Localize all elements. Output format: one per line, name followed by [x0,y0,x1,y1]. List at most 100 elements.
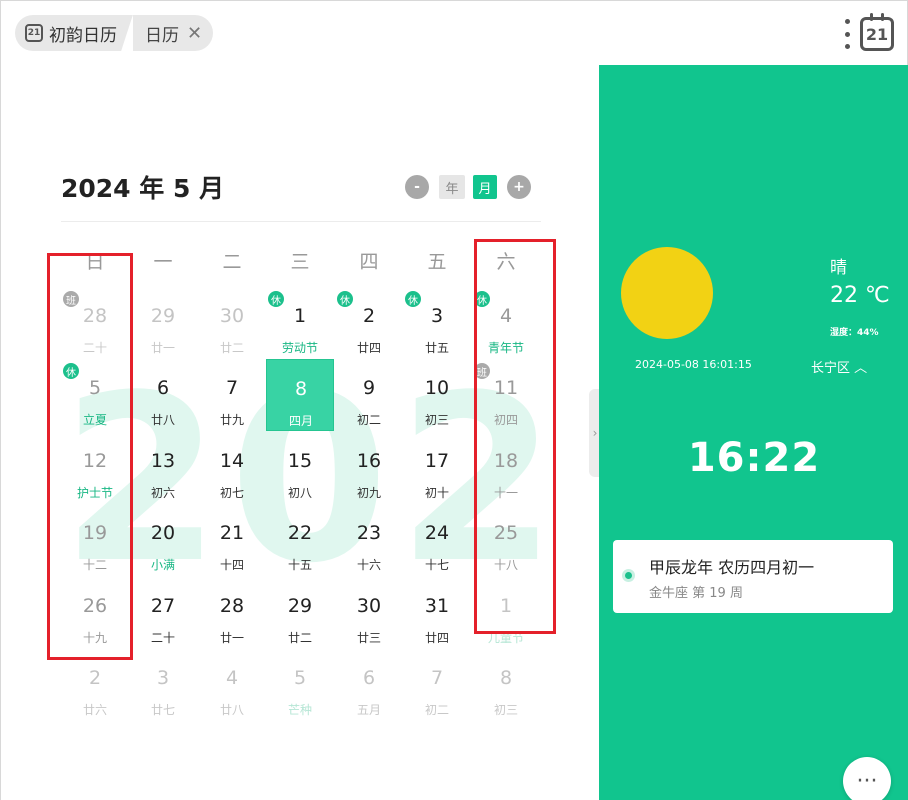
day-cell[interactable]: 10 初三 [403,367,471,439]
day-cell[interactable]: 28 廿一 [198,585,266,657]
lunar-date-label: 廿二 [219,341,244,355]
day-number: 3 [156,667,170,689]
day-number: 10 [424,377,450,399]
day-cell[interactable]: 7 廿九 [198,367,266,439]
day-number: 29 [150,305,176,327]
day-cell[interactable]: 2 廿六 [61,657,129,729]
calendar-app-icon[interactable]: 21 [860,13,894,51]
day-cell[interactable]: 2 廿四 休 [335,291,403,367]
year-view-button[interactable]: 年 [439,175,465,199]
weekday-label: 一 [153,251,173,273]
day-cell[interactable]: 30 廿三 [335,585,403,657]
day-cell[interactable]: 8 初三 [472,657,540,729]
more-vertical-icon[interactable] [841,19,853,49]
day-cell[interactable]: 15 初八 [266,440,334,512]
lunar-date-label: 初三 [493,703,518,717]
day-number: 23 [356,522,382,544]
day-cell[interactable]: 6 五月 [335,657,403,729]
day-cell[interactable]: 9 初二 [335,367,403,439]
header-divider [61,221,541,222]
lunar-date-label: 廿三 [356,631,381,645]
day-number: 21 [219,522,245,544]
day-cell[interactable]: 24 十七 [403,512,471,584]
lunar-date-label: 十七 [424,558,449,572]
clock: 16:22 [687,435,821,481]
day-cell[interactable]: 22 十五 [266,512,334,584]
weekday-label: 五 [427,251,447,273]
day-number: 4 [225,667,239,689]
lunar-date-label: 初六 [150,486,175,500]
day-cell[interactable]: 5 芒种 [266,657,334,729]
day-cell[interactable]: 27 二十 [129,585,197,657]
day-number: 6 [362,667,376,689]
annotation-box-sunday [47,253,133,660]
lunar-date-label: 五月 [356,703,381,717]
title-bar: 21 初韵日历 日历 ✕ 21 [1,1,907,65]
day-cell[interactable]: 20 小满 [129,512,197,584]
day-cell[interactable]: 13 初六 [129,440,197,512]
day-cell[interactable]: 3 廿七 [129,657,197,729]
close-icon[interactable]: ✕ [187,23,202,44]
day-number: 22 [287,522,313,544]
lunar-date-label: 四月 [288,414,313,428]
status-dot-icon [625,572,632,579]
day-cell[interactable]: 31 廿四 [403,585,471,657]
day-number: 14 [219,450,245,472]
lunar-date: 甲辰龙年 农历四月初一 [649,558,815,577]
lunar-date-label: 初九 [356,486,381,500]
update-time: 2024-05-08 16:01:15 [635,358,752,371]
lunar-date-label: 十四 [219,558,244,572]
day-cell[interactable]: 1 劳动节 休 [266,291,334,367]
more-button[interactable]: ··· [843,757,891,800]
day-number: 31 [424,595,450,617]
day-cell[interactable]: 3 廿五 休 [403,291,471,367]
annotation-box-saturday [474,239,556,634]
lunar-date-label: 芒种 [287,703,312,717]
day-cell[interactable]: 30 廿二 [198,295,266,367]
next-button[interactable]: + [507,175,531,199]
day-cell-today[interactable]: 8 四月 [266,359,334,431]
zodiac-week: 金牛座 第 19 周 [649,586,743,601]
day-cell[interactable]: 7 初二 [403,657,471,729]
day-cell[interactable]: 21 十四 [198,512,266,584]
lunar-date-label: 廿六 [82,703,107,717]
day-number: 24 [424,522,450,544]
lunar-date-label: 廿九 [219,413,244,427]
prev-button[interactable]: - [405,175,429,199]
tab-calendar-label: 日历 [145,25,179,46]
lunar-date-label: 初三 [424,413,449,427]
humidity: 湿度：44% [830,328,879,338]
district-selector[interactable]: 长宁区 ︿ [811,357,867,376]
tab-calendar[interactable]: 日历 ✕ [133,15,213,51]
day-number: 29 [287,595,313,617]
day-cell[interactable]: 17 初十 [403,440,471,512]
lunar-date-label: 初七 [219,486,244,500]
day-number: 15 [287,450,313,472]
lunar-info-card: 甲辰龙年 农历四月初一 金牛座 第 19 周 [613,540,893,613]
day-number: 16 [356,450,382,472]
day-number: 1 [293,305,307,327]
day-cell[interactable]: 6 廿八 [129,367,197,439]
day-number: 9 [362,377,376,399]
app-window: 21 初韵日历 日历 ✕ 21 2024 2024 年 5 月 - 年 月 + … [0,0,908,800]
day-cell[interactable]: 23 十六 [335,512,403,584]
tab-app-label: 初韵日历 [49,25,117,46]
day-cell[interactable]: 29 廿二 [266,585,334,657]
sun-icon [621,247,713,339]
day-number: 30 [219,305,245,327]
day-number: 30 [356,595,382,617]
day-number: 7 [225,377,239,399]
lunar-date-label: 廿八 [219,703,244,717]
day-cell[interactable]: 4 廿八 [198,657,266,729]
day-number: 2 [88,667,102,689]
lunar-date-label: 廿二 [287,631,312,645]
tab-app[interactable]: 21 初韵日历 [15,15,137,51]
day-cell[interactable]: 16 初九 [335,440,403,512]
day-cell[interactable]: 14 初七 [198,440,266,512]
day-cell[interactable]: 29 廿一 [129,295,197,367]
lunar-date-label: 十五 [287,558,312,572]
day-number: 2 [362,305,376,327]
month-view-button[interactable]: 月 [473,175,497,199]
day-number: 6 [156,377,170,399]
day-number: 8 [294,378,308,400]
